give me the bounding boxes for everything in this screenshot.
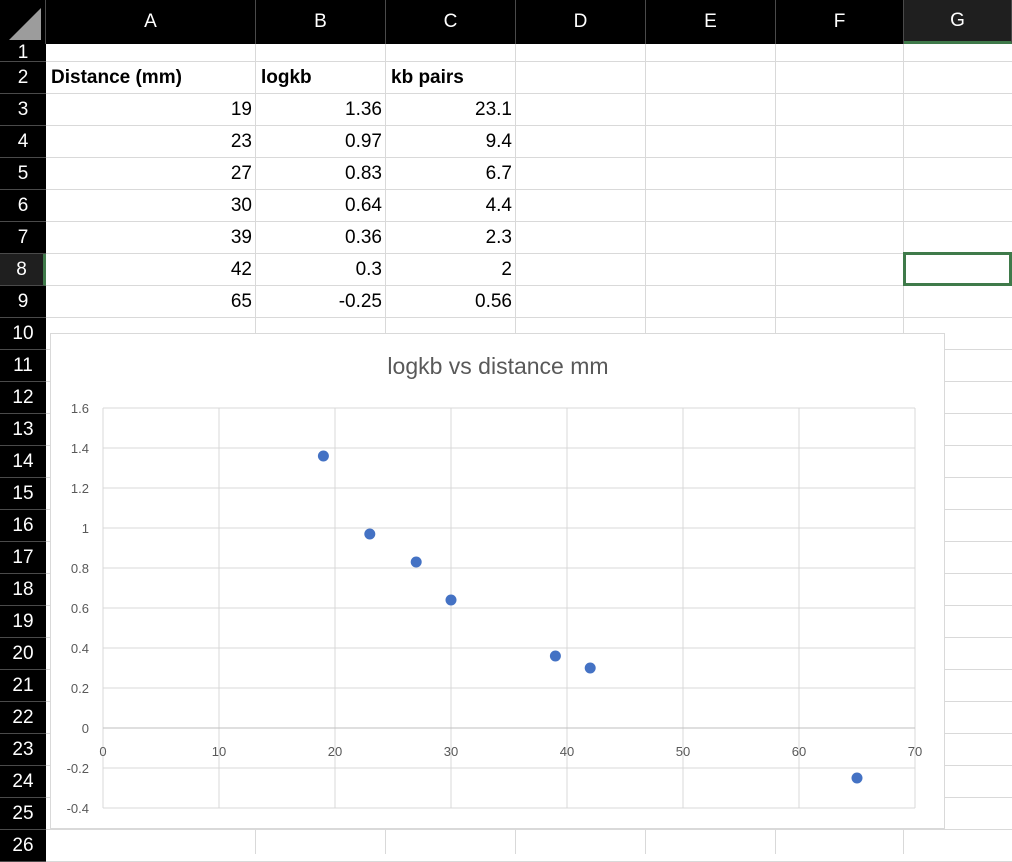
x-tick-label: 0 — [99, 744, 106, 759]
data-point[interactable] — [584, 662, 596, 674]
cell-c5[interactable]: 6.7 — [387, 158, 516, 189]
cell-a8[interactable]: 42 — [47, 254, 256, 285]
y-tick-label: -0.4 — [67, 801, 89, 816]
y-tick-label: 1.6 — [71, 401, 89, 416]
row-header-7[interactable]: 7 — [0, 222, 46, 254]
row-header-26[interactable]: 26 — [0, 830, 46, 862]
row-gridline — [46, 317, 1012, 318]
row-header-19[interactable]: 19 — [0, 606, 46, 638]
row-header-4[interactable]: 4 — [0, 126, 46, 158]
column-header-d[interactable]: D — [516, 0, 646, 44]
chart-points — [317, 450, 863, 784]
cell-c9[interactable]: 0.56 — [387, 286, 516, 317]
cell-c3[interactable]: 23.1 — [387, 94, 516, 125]
column-header-b[interactable]: B — [256, 0, 386, 44]
cell-a7[interactable]: 39 — [47, 222, 256, 253]
scatter-chart[interactable]: 0 10 20 30 40 50 60 70 1.6 1.4 1.2 1 0.8 0.6 0.4 0.2 0 -0… — [50, 333, 945, 829]
cell-a4[interactable]: 23 — [47, 126, 256, 157]
x-tick-label: 70 — [908, 744, 922, 759]
cell-b3[interactable]: 1.36 — [257, 94, 386, 125]
x-tick-label: 30 — [444, 744, 458, 759]
column-header-e[interactable]: E — [646, 0, 776, 44]
row-header-1[interactable]: 1 — [0, 44, 46, 62]
row-header-25[interactable]: 25 — [0, 798, 46, 830]
x-tick-label: 10 — [212, 744, 226, 759]
row-header-3[interactable]: 3 — [0, 94, 46, 126]
row-header-22[interactable]: 22 — [0, 702, 46, 734]
column-header-g[interactable]: G — [904, 0, 1012, 44]
row-header-24[interactable]: 24 — [0, 766, 46, 798]
y-tick-label: -0.2 — [67, 761, 89, 776]
row-header-13[interactable]: 13 — [0, 414, 46, 446]
row-header-23[interactable]: 23 — [0, 734, 46, 766]
y-tick-label: 1 — [82, 521, 89, 536]
y-tick-label: 0.6 — [71, 601, 89, 616]
y-tick-label: 0 — [82, 721, 89, 736]
row-header-12[interactable]: 12 — [0, 382, 46, 414]
data-point[interactable] — [445, 594, 457, 606]
y-tick-label: 1.4 — [71, 441, 89, 456]
cell-b2[interactable]: logkb — [257, 62, 386, 93]
active-cell-g8[interactable] — [903, 252, 1012, 286]
data-point[interactable] — [851, 772, 863, 784]
x-tick-label: 50 — [676, 744, 690, 759]
cell-c2[interactable]: kb pairs — [387, 62, 516, 93]
row-header-18[interactable]: 18 — [0, 574, 46, 606]
y-tick-label: 0.8 — [71, 561, 89, 576]
row-header-17[interactable]: 17 — [0, 542, 46, 574]
data-point[interactable] — [549, 650, 561, 662]
y-tick-label: 0.2 — [71, 681, 89, 696]
x-tick-label: 60 — [792, 744, 806, 759]
data-point[interactable] — [317, 450, 329, 462]
chart-title: logkb vs distance mm — [387, 353, 608, 379]
cell-a2[interactable]: Distance (mm) — [47, 62, 256, 93]
column-header-a[interactable]: A — [46, 0, 256, 44]
cell-b9[interactable]: -0.25 — [257, 286, 386, 317]
cell-a3[interactable]: 19 — [47, 94, 256, 125]
cell-c6[interactable]: 4.4 — [387, 190, 516, 221]
y-tick-label: 0.4 — [71, 641, 89, 656]
data-point[interactable] — [364, 528, 376, 540]
x-tick-label: 20 — [328, 744, 342, 759]
row-header-21[interactable]: 21 — [0, 670, 46, 702]
cell-a9[interactable]: 65 — [47, 286, 256, 317]
row-header-8[interactable]: 8 — [0, 254, 46, 286]
chart-svg: 0 10 20 30 40 50 60 70 1.6 1.4 1.2 1 0.8 0.6 0.4 0.2 0 -0… — [67, 353, 923, 816]
row-header-15[interactable]: 15 — [0, 478, 46, 510]
cell-a6[interactable]: 30 — [47, 190, 256, 221]
cell-b6[interactable]: 0.64 — [257, 190, 386, 221]
row-header-20[interactable]: 20 — [0, 638, 46, 670]
x-tick-label: 40 — [560, 744, 574, 759]
data-point[interactable] — [410, 556, 422, 568]
cell-a5[interactable]: 27 — [47, 158, 256, 189]
select-all-triangle-icon — [9, 8, 41, 40]
row-header-14[interactable]: 14 — [0, 446, 46, 478]
cell-c7[interactable]: 2.3 — [387, 222, 516, 253]
cell-c4[interactable]: 9.4 — [387, 126, 516, 157]
cell-c8[interactable]: 2 — [387, 254, 516, 285]
row-header-5[interactable]: 5 — [0, 158, 46, 190]
row-header-6[interactable]: 6 — [0, 190, 46, 222]
row-header-2[interactable]: 2 — [0, 62, 46, 94]
row-header-9[interactable]: 9 — [0, 286, 46, 318]
cell-b8[interactable]: 0.3 — [257, 254, 386, 285]
column-header-c[interactable]: C — [386, 0, 516, 44]
cell-b5[interactable]: 0.83 — [257, 158, 386, 189]
column-header-f[interactable]: F — [776, 0, 904, 44]
y-tick-label: 1.2 — [71, 481, 89, 496]
cell-b7[interactable]: 0.36 — [257, 222, 386, 253]
select-all-corner[interactable] — [0, 0, 46, 44]
cell-b4[interactable]: 0.97 — [257, 126, 386, 157]
row-header-11[interactable]: 11 — [0, 350, 46, 382]
row-header-10[interactable]: 10 — [0, 318, 46, 350]
spreadsheet[interactable]: A B C D E F G 1 2 3 4 5 6 7 8 9 10 11 12 13 14 15 16 17 1… — [0, 0, 1012, 862]
row-header-16[interactable]: 16 — [0, 510, 46, 542]
